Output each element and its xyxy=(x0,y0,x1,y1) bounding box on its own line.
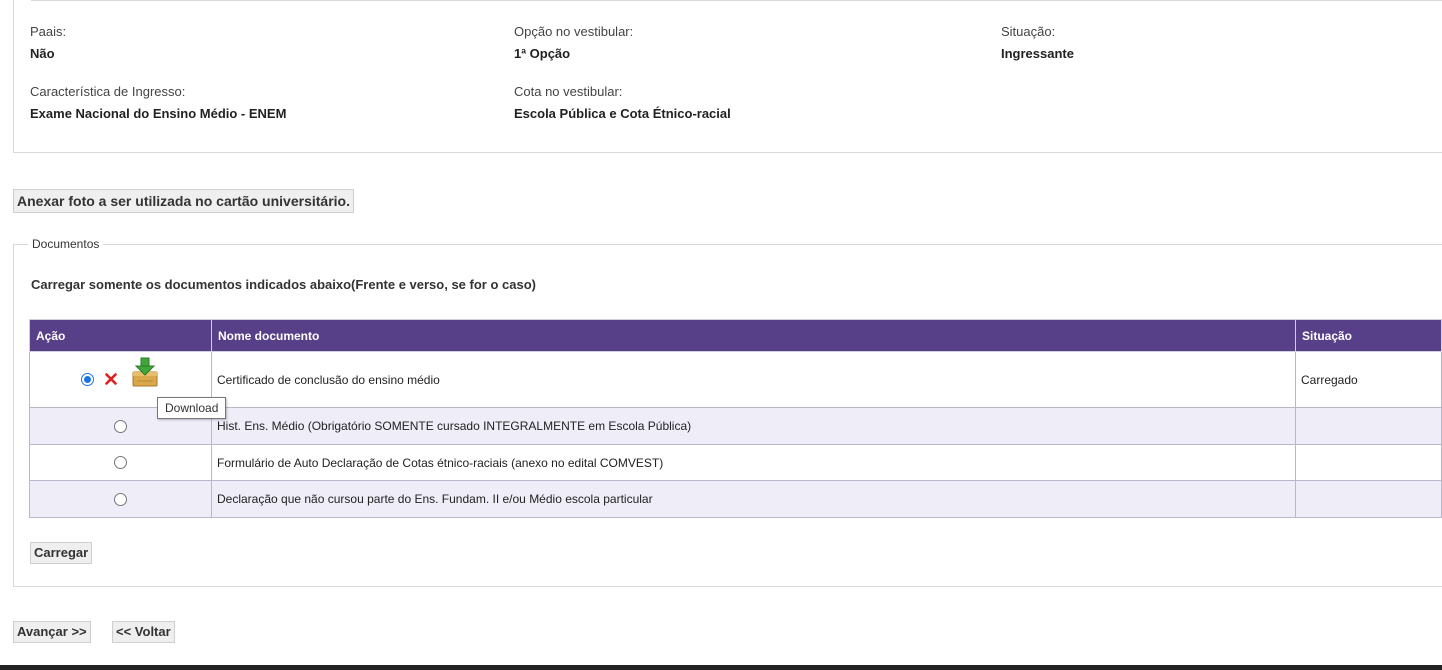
field-value: Exame Nacional do Ensino Médio - ENEM xyxy=(30,106,287,121)
field-label: Paais: xyxy=(30,24,67,39)
field-value: Não xyxy=(30,46,55,61)
document-name: Certificado de conclusão do ensino médio xyxy=(211,351,1296,408)
field-value: 1ª Opção xyxy=(514,46,571,61)
document-name: Formulário de Auto Declaração de Cotas é… xyxy=(211,444,1296,481)
field-label: Cota no vestibular: xyxy=(514,84,623,99)
delete-icon[interactable] xyxy=(105,373,117,385)
document-status xyxy=(1295,444,1442,481)
column-header-situacao: Situação xyxy=(1295,319,1442,352)
table-row: Formulário de Auto Declaração de Cotas é… xyxy=(29,444,1442,481)
field-label: Opção no vestibular: xyxy=(514,24,634,39)
student-info-panel xyxy=(13,0,1442,153)
document-status xyxy=(1295,407,1442,445)
field-paais: Paais: Não xyxy=(30,24,66,62)
bottom-edge-bar xyxy=(0,665,1442,670)
table-row: Certificado de conclusão do ensino médio… xyxy=(29,351,1442,408)
field-label: Característica de Ingresso: xyxy=(30,84,186,99)
row-select-radio[interactable] xyxy=(114,493,127,506)
field-value: Ingressante xyxy=(1001,46,1074,61)
next-button[interactable]: Avançar >> xyxy=(13,621,91,643)
download-tooltip: Download xyxy=(157,397,227,419)
document-name: Hist. Ens. Médio (Obrigatório SOMENTE cu… xyxy=(211,407,1296,445)
row-select-radio[interactable] xyxy=(114,420,127,433)
back-button[interactable]: << Voltar xyxy=(112,621,175,643)
action-cell xyxy=(29,444,212,481)
row-select-radio[interactable] xyxy=(114,456,127,469)
table-row: Hist. Ens. Médio (Obrigatório SOMENTE cu… xyxy=(29,407,1442,445)
document-status xyxy=(1295,480,1442,518)
table-header-row: Ação Nome documento Situação xyxy=(29,319,1442,352)
documents-legend: Documentos xyxy=(28,237,104,251)
upload-button[interactable]: Carregar xyxy=(30,542,93,564)
field-label: Situação: xyxy=(1001,24,1056,39)
attach-photo-button[interactable]: Anexar foto a ser utilizada no cartão un… xyxy=(13,189,354,213)
field-situacao: Situação: Ingressante xyxy=(1001,24,1074,62)
documents-table: Ação Nome documento Situação Certificado… xyxy=(29,319,1442,518)
document-name: Declaração que não cursou parte do Ens. … xyxy=(211,480,1296,518)
documents-instruction: Carregar somente os documentos indicados… xyxy=(31,277,536,292)
document-status: Carregado xyxy=(1295,351,1442,408)
field-opcao-vestibular: Opção no vestibular: 1ª Opção xyxy=(514,24,633,62)
column-header-acao: Ação xyxy=(29,319,212,352)
field-cota-vestibular: Cota no vestibular: Escola Pública e Cot… xyxy=(514,84,731,122)
row-select-radio[interactable] xyxy=(81,373,94,386)
field-value: Escola Pública e Cota Étnico-racial xyxy=(514,106,731,121)
table-row: Declaração que não cursou parte do Ens. … xyxy=(29,480,1442,518)
action-cell xyxy=(29,480,212,518)
column-header-nome: Nome documento xyxy=(211,319,1296,352)
download-icon[interactable] xyxy=(131,357,159,387)
field-caracteristica-ingresso: Característica de Ingresso: Exame Nacion… xyxy=(30,84,286,122)
